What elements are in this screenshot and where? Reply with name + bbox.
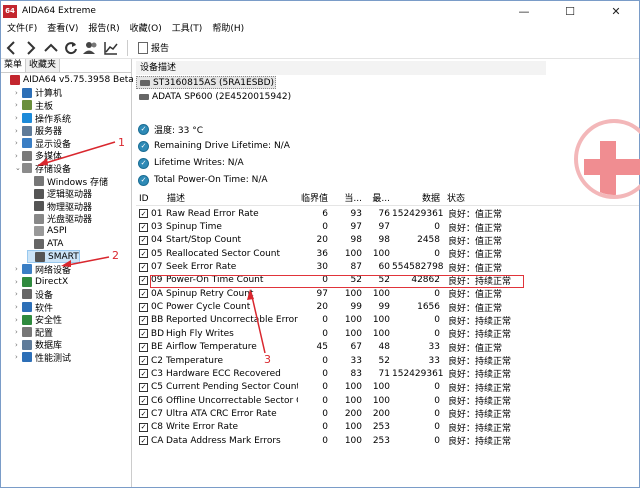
app-window: 64 AIDA64 Extreme — ☐ ✕ 文件(F) 查看(V) 报告(R…	[0, 0, 640, 488]
annotation-label-2: 2	[112, 249, 119, 262]
annotation-arrows	[37, 141, 266, 354]
annotation-label-1: 1	[118, 136, 125, 149]
annotation-label-3: 3	[264, 353, 271, 366]
